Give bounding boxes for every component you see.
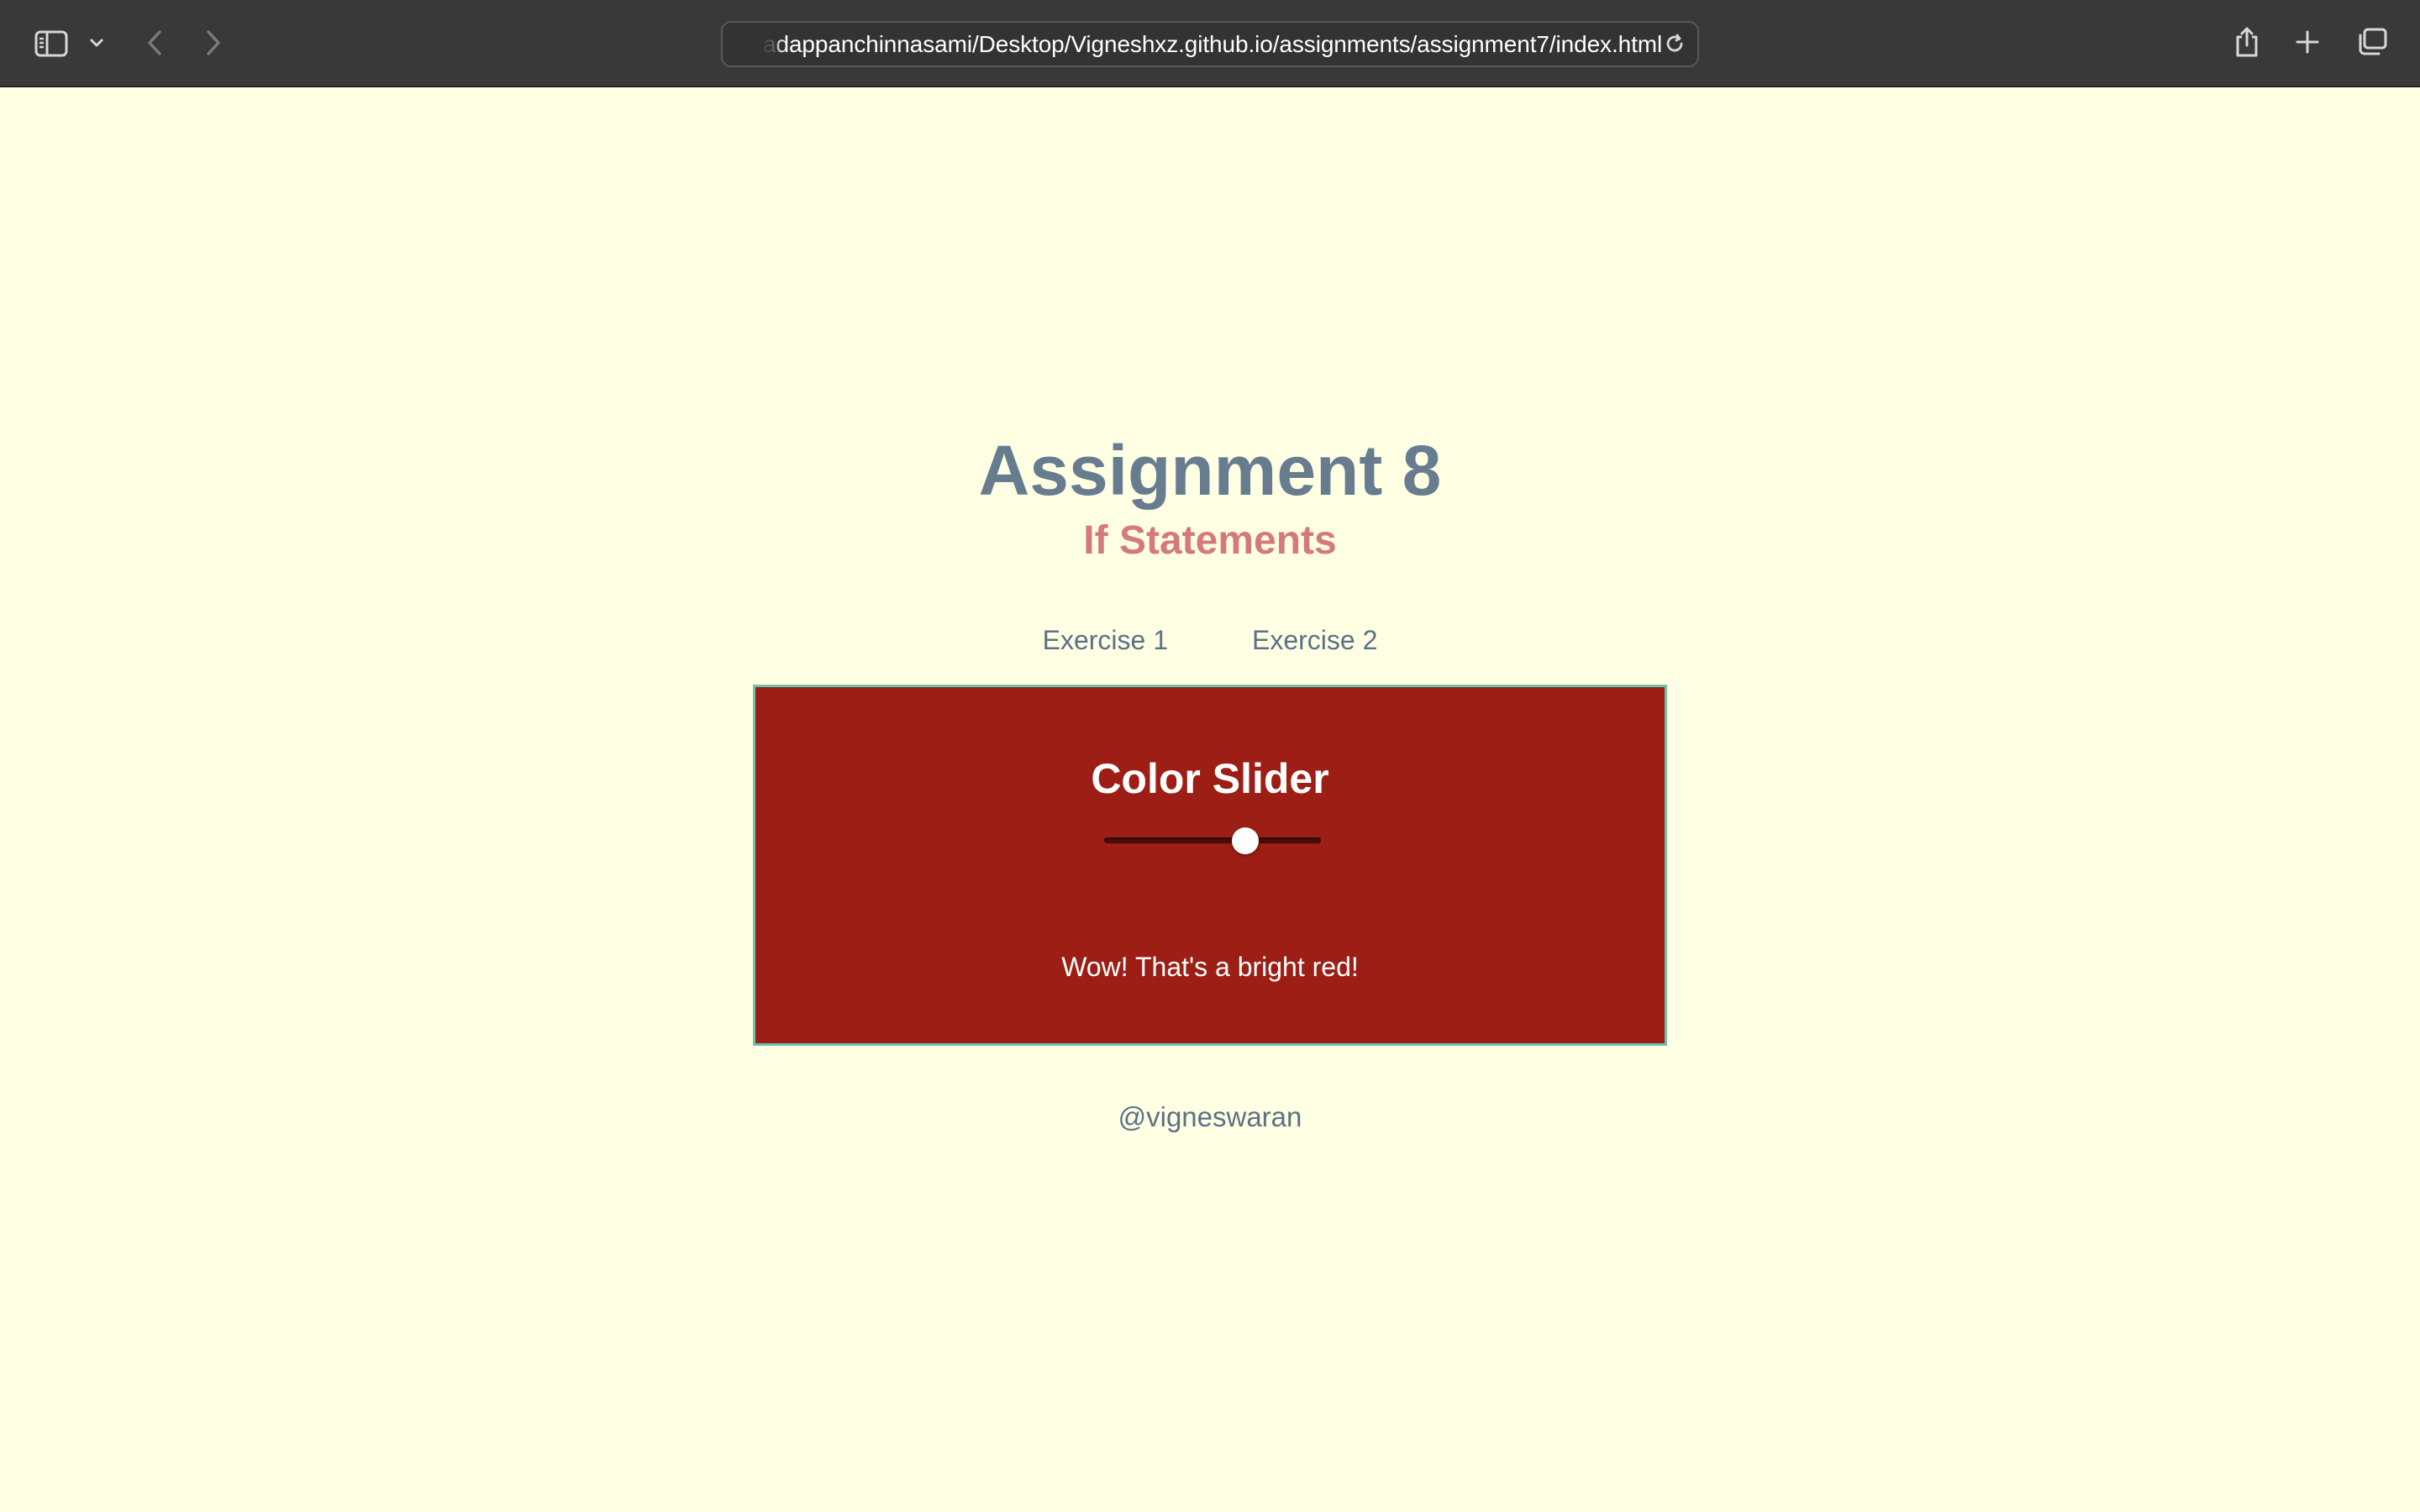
page-content: Assignment 8 If Statements Exercise 1 Ex… <box>0 87 2420 1512</box>
address-bar[interactable]: adappanchinnasami/Desktop/Vigneshxz.gith… <box>721 21 1699 67</box>
reload-icon[interactable] <box>1660 29 1689 58</box>
url-path: dappanchinnasami/Desktop/Vigneshxz.githu… <box>776 31 1663 57</box>
exercise-nav: Exercise 1 Exercise 2 <box>0 625 2420 656</box>
forward-arrow-icon[interactable] <box>198 25 229 60</box>
plus-icon[interactable] <box>2292 27 2323 57</box>
url-text: adappanchinnasami/Desktop/Vigneshxz.gith… <box>763 23 1662 66</box>
card-title: Color Slider <box>1091 755 1329 802</box>
nav-link-exercise-1[interactable]: Exercise 1 <box>1043 625 1168 656</box>
chevron-down-icon[interactable] <box>86 32 108 54</box>
tab-overview-icon[interactable] <box>2354 25 2390 59</box>
nav-link-exercise-2[interactable]: Exercise 2 <box>1252 625 1377 656</box>
color-slider[interactable] <box>1104 824 1321 858</box>
color-message: Wow! That's a bright red! <box>1061 952 1359 982</box>
page-subtitle: If Statements <box>1083 518 1337 563</box>
share-icon[interactable] <box>2230 22 2264 62</box>
page-title: Assignment 8 <box>978 431 1442 510</box>
slider-track[interactable] <box>1104 837 1321 843</box>
back-arrow-icon[interactable] <box>139 25 170 60</box>
footer-handle: @vigneswaran <box>1118 1101 1302 1132</box>
browser-toolbar: adappanchinnasami/Desktop/Vigneshxz.gith… <box>0 0 2420 87</box>
slider-thumb[interactable] <box>1231 827 1259 854</box>
url-fade <box>756 23 786 66</box>
color-slider-card: Color Slider Wow! That's a bright red! <box>753 685 1667 1046</box>
sidebar-icon[interactable] <box>32 25 71 62</box>
